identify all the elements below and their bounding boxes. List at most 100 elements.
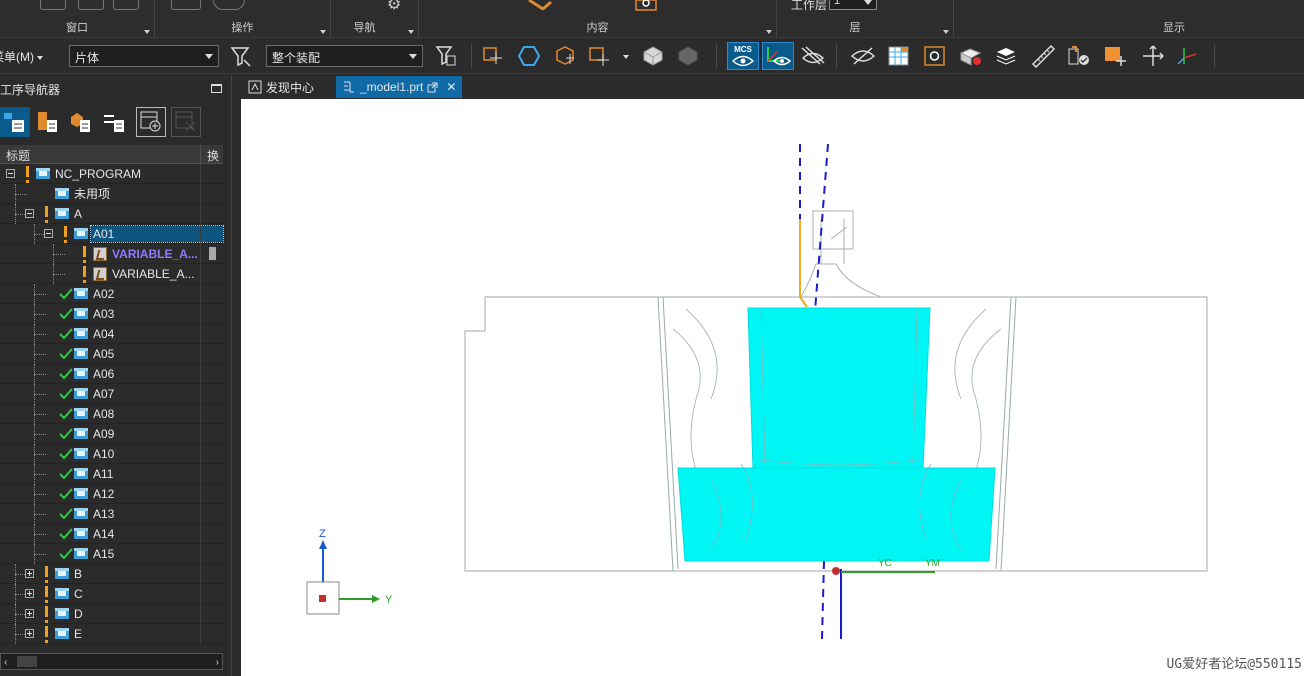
method-view-button[interactable] <box>100 107 130 137</box>
column-title-header[interactable]: 标题 <box>6 147 30 164</box>
type-filter-icon[interactable] <box>434 44 460 68</box>
hide-eye-icon[interactable] <box>798 44 828 68</box>
tree-row[interactable]: A10 <box>0 444 223 464</box>
solid-select-icon[interactable] <box>552 44 578 68</box>
tree-row[interactable]: A09 <box>0 424 223 444</box>
scroll-left-icon[interactable]: ‹ <box>4 657 7 668</box>
layers-icon[interactable] <box>994 44 1020 68</box>
graphics-viewport[interactable]: YC YM Z Y UG爱好者论坛@550115 <box>241 99 1304 676</box>
face-select-icon[interactable] <box>587 44 613 68</box>
column-divider <box>200 464 201 484</box>
operation-button-1[interactable] <box>171 0 201 10</box>
tree-row[interactable]: A11 <box>0 464 223 484</box>
collapse-icon[interactable] <box>44 229 53 238</box>
work-layer-select[interactable]: 1 <box>829 0 877 10</box>
expand-icon[interactable] <box>25 629 34 638</box>
geometry-view-button[interactable] <box>66 107 96 137</box>
move-face-icon[interactable] <box>1102 44 1128 68</box>
tab-discovery-center[interactable]: 发现中心 <box>242 76 320 98</box>
warning-icon <box>45 626 48 643</box>
tree-item-label: VARIABLE_A... <box>112 247 198 261</box>
mcs-visibility-button[interactable]: MCS <box>727 42 759 70</box>
tree-row[interactable]: D <box>0 604 223 624</box>
create-program-button[interactable] <box>136 107 166 137</box>
block-icon[interactable] <box>958 44 984 68</box>
tree-row[interactable]: A08 <box>0 404 223 424</box>
tree-row[interactable]: A07 <box>0 384 223 404</box>
tree-row[interactable]: A02 <box>0 284 223 304</box>
column-change-header[interactable]: 换 <box>200 145 223 164</box>
delete-program-button[interactable] <box>171 107 201 137</box>
complete-check-icon <box>59 328 73 339</box>
tree-row[interactable]: VARIABLE_A... <box>0 264 223 284</box>
tree-row[interactable]: A13 <box>0 504 223 524</box>
delete-program-icon <box>175 111 196 132</box>
popout-icon[interactable] <box>427 82 438 93</box>
measure-icon[interactable] <box>1030 44 1056 68</box>
expand-icon[interactable] <box>25 569 34 578</box>
program-order-view-button[interactable] <box>0 107 30 137</box>
move-axes-icon[interactable] <box>1140 44 1166 68</box>
group-more-icon[interactable] <box>943 30 949 34</box>
tree-horizontal-scrollbar[interactable]: ‹ › <box>0 653 223 670</box>
tree-row[interactable]: A04 <box>0 324 223 344</box>
expand-icon[interactable] <box>25 589 34 598</box>
selection-toolbar: 菜单(M) 片体 整个装配 MCS <box>0 38 1304 74</box>
settings-icon[interactable]: ⚙ <box>387 0 401 14</box>
complete-check-icon <box>59 348 73 359</box>
tree-row[interactable]: A12 <box>0 484 223 504</box>
tree-connector <box>34 284 35 304</box>
tree-row[interactable]: B <box>0 564 223 584</box>
tree-row[interactable]: A06 <box>0 364 223 384</box>
tree-item-label: B <box>74 567 83 581</box>
menu-button[interactable]: 菜单(M) <box>0 48 44 65</box>
check-tool-icon[interactable] <box>1066 44 1092 68</box>
tree-row[interactable]: NC_PROGRAM <box>0 164 223 184</box>
type-filter-select[interactable]: 片体 <box>69 45 219 67</box>
selection-scope-select[interactable]: 整个装配 <box>266 45 423 67</box>
collapse-icon[interactable] <box>25 209 34 218</box>
tree-row[interactable]: A14 <box>0 524 223 544</box>
csys-icon[interactable] <box>1174 44 1200 68</box>
tree-row[interactable]: VARIABLE_A... <box>0 244 223 264</box>
tree-connector <box>34 464 35 484</box>
shaded-cube-icon[interactable] <box>640 44 666 68</box>
tool-path-segment <box>799 296 808 308</box>
group-more-icon[interactable] <box>144 30 150 34</box>
chevron-down-icon[interactable] <box>623 55 629 59</box>
tree-row[interactable]: A01 <box>0 224 224 244</box>
complete-check-icon <box>59 468 73 479</box>
spreadsheet-icon[interactable] <box>886 44 912 68</box>
tree-row[interactable]: 未用项 <box>0 184 223 204</box>
window-button-3[interactable] <box>113 0 139 10</box>
view-frame-icon[interactable] <box>922 44 948 68</box>
scrollbar-thumb[interactable] <box>17 656 37 667</box>
content-view-icon[interactable] <box>635 0 659 12</box>
tree-connector <box>15 184 16 204</box>
dark-cube-icon[interactable] <box>675 44 701 68</box>
tree-row[interactable]: A <box>0 204 223 224</box>
tree-item-label: A09 <box>93 427 115 441</box>
tree-row[interactable]: A03 <box>0 304 223 324</box>
close-icon[interactable]: ✕ <box>446 80 456 94</box>
window-button-1[interactable] <box>40 0 66 10</box>
tree-row[interactable]: A05 <box>0 344 223 364</box>
expand-icon[interactable] <box>25 609 34 618</box>
group-more-icon[interactable] <box>408 30 414 34</box>
operation-button-2[interactable] <box>213 0 245 10</box>
maximize-icon[interactable] <box>211 84 222 93</box>
content-tool-icon[interactable] <box>527 0 555 10</box>
hidden-eye-icon[interactable] <box>850 44 876 68</box>
snap-point-icon[interactable] <box>481 44 507 68</box>
tree-row[interactable]: C <box>0 584 223 604</box>
tree-row[interactable]: E <box>0 624 223 644</box>
window-button-2[interactable] <box>78 0 104 10</box>
scroll-right-icon[interactable]: › <box>216 657 219 668</box>
machine-view-button[interactable] <box>33 107 63 137</box>
collapse-icon[interactable] <box>6 169 15 178</box>
wcs-visibility-button[interactable] <box>762 42 794 70</box>
filter-icon[interactable] <box>228 44 254 68</box>
tab-model1[interactable]: _model1.prt ✕ <box>336 76 463 98</box>
tree-row[interactable]: A15 <box>0 544 223 564</box>
hexagon-icon[interactable] <box>516 44 542 68</box>
